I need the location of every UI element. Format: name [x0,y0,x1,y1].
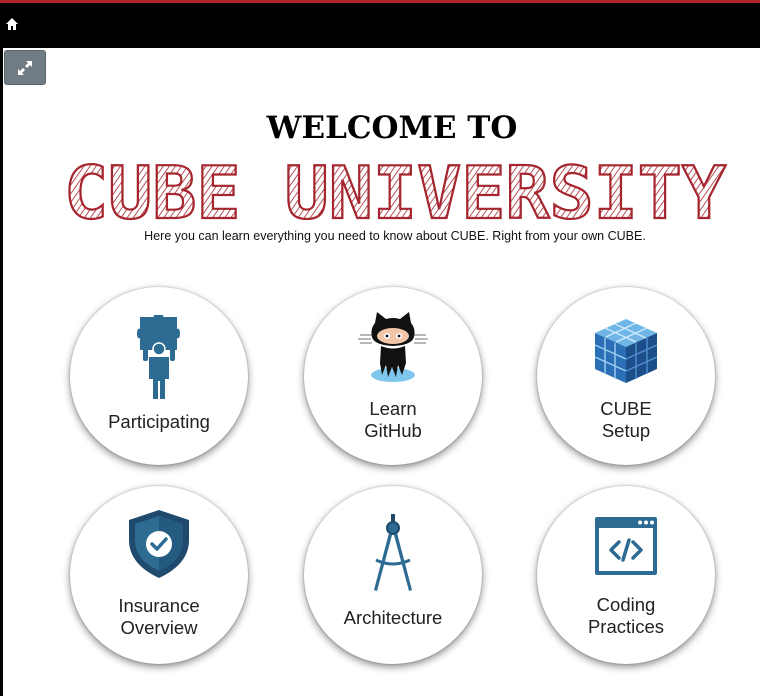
tile-learn-github[interactable]: Learn GitHub [304,287,482,465]
tile-label: Participating [108,411,210,432]
tile-coding-practices[interactable]: Coding Practices [537,486,715,664]
tile-architecture[interactable]: Architecture [304,486,482,664]
puzzle-person-icon [137,315,180,399]
logo-text: CUBE UNIVERSITY [64,156,727,226]
shield-check-icon [129,510,189,578]
tagline: Here you can learn everything you need t… [144,229,646,243]
cube-icon [594,319,658,383]
tile-label: Coding Practices [587,594,665,637]
tile-label: CUBE Setup [600,398,652,441]
tile-participating[interactable]: Participating [70,287,248,465]
expand-icon [18,60,32,75]
code-window-icon [595,517,657,575]
cube-university-logo: CUBE UNIVERSITY [63,156,728,226]
tile-insurance-overview[interactable]: Insurance Overview [70,486,248,664]
github-octocat-icon [358,312,428,382]
tile-cube-setup[interactable]: CUBE Setup [537,287,715,465]
welcome-heading: WELCOME TO [266,110,518,146]
home-icon[interactable] [5,17,19,31]
tile-label: Insurance Overview [118,595,200,638]
compass-icon [374,514,412,591]
top-navigation-bar [0,3,760,48]
fullscreen-button[interactable] [4,50,46,85]
tile-label: Architecture [343,607,443,628]
tile-label: Learn GitHub [364,398,422,441]
